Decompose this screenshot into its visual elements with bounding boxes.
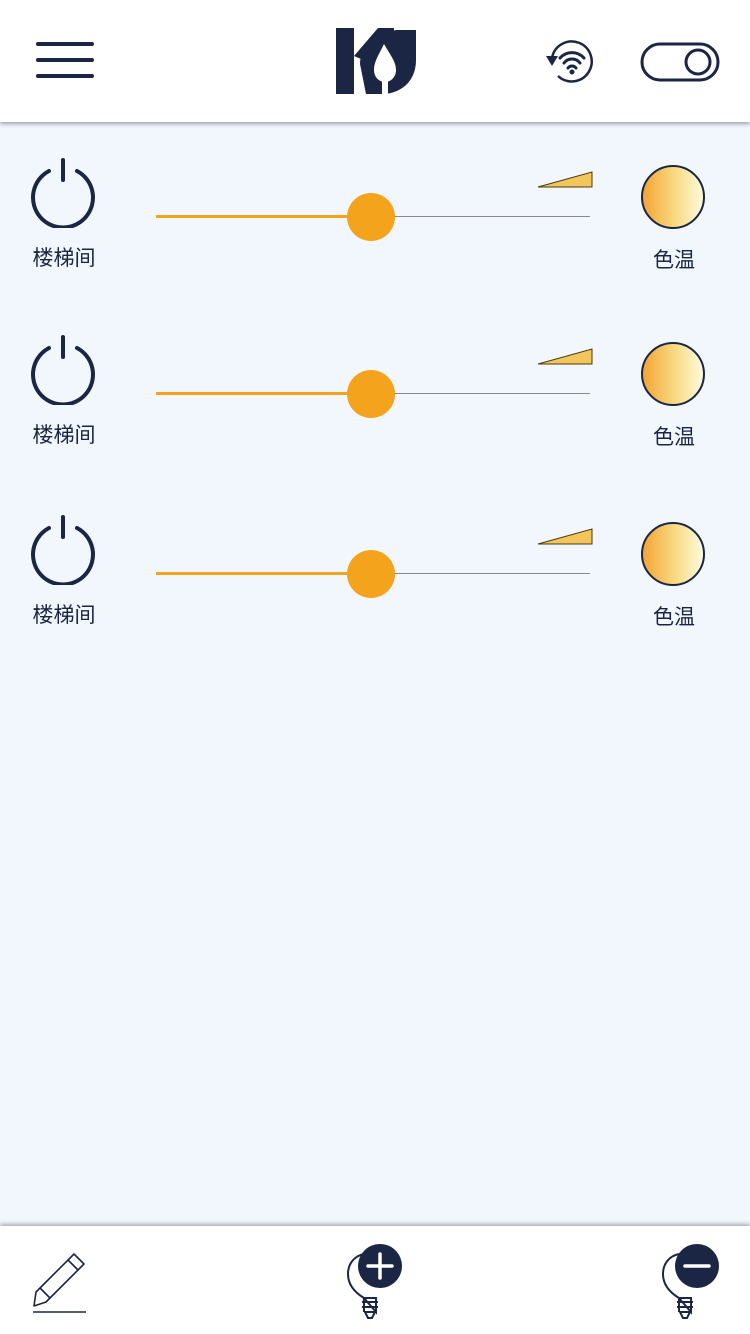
brightness-slider[interactable] [156, 369, 592, 419]
color-temp-label: 色温 [653, 248, 695, 272]
slider-fill [156, 215, 371, 218]
brightness-slider[interactable] [156, 549, 592, 599]
hamburger-menu-icon [36, 42, 94, 78]
wifi-refresh-button[interactable] [544, 38, 596, 86]
remove-light-button[interactable] [655, 1240, 725, 1322]
color-temp-icon [641, 165, 705, 229]
toggle-switch[interactable] [640, 42, 722, 84]
color-temp-icon [641, 342, 705, 406]
light-name-label: 楼梯间 [32, 423, 96, 447]
toggle-switch-icon [640, 42, 720, 82]
slider-fill [156, 392, 371, 395]
light-name-label: 楼梯间 [32, 603, 96, 627]
brand-logo-icon [336, 28, 416, 94]
brightness-ramp-icon [537, 348, 593, 365]
slider-thumb[interactable] [347, 193, 395, 241]
brightness-ramp-icon [537, 528, 593, 545]
brand-logo [334, 26, 418, 96]
brightness-slider[interactable] [156, 192, 592, 242]
light-row: 楼梯间 色温 [0, 479, 750, 629]
add-light-button[interactable] [340, 1240, 410, 1322]
edit-button[interactable] [30, 1246, 90, 1316]
power-icon [31, 335, 95, 407]
power-icon [31, 515, 95, 587]
power-button[interactable] [28, 156, 98, 230]
light-list: 楼梯间 色温 楼梯间 色温 楼梯间 色温 [0, 122, 750, 1226]
color-temp-label: 色温 [653, 605, 695, 629]
color-temp-button[interactable] [640, 164, 706, 230]
power-button[interactable] [28, 333, 98, 407]
slider-thumb[interactable] [347, 370, 395, 418]
slider-fill [156, 572, 371, 575]
add-bulb-icon [346, 1244, 402, 1319]
bottom-toolbar [0, 1226, 750, 1334]
color-temp-icon [641, 522, 705, 586]
light-row: 楼梯间 色温 [0, 299, 750, 449]
color-temp-button[interactable] [640, 341, 706, 407]
power-button[interactable] [28, 513, 98, 587]
color-temp-label: 色温 [653, 425, 695, 449]
brightness-ramp-icon [537, 171, 593, 188]
power-icon [31, 158, 95, 230]
remove-bulb-icon [661, 1244, 719, 1319]
color-temp-button[interactable] [640, 521, 706, 587]
pencil-icon [33, 1253, 86, 1313]
light-row: 楼梯间 色温 [0, 122, 750, 272]
wifi-refresh-icon [546, 40, 593, 83]
app-header [0, 0, 750, 122]
slider-thumb[interactable] [347, 550, 395, 598]
light-name-label: 楼梯间 [32, 246, 96, 270]
menu-button[interactable] [30, 38, 100, 82]
